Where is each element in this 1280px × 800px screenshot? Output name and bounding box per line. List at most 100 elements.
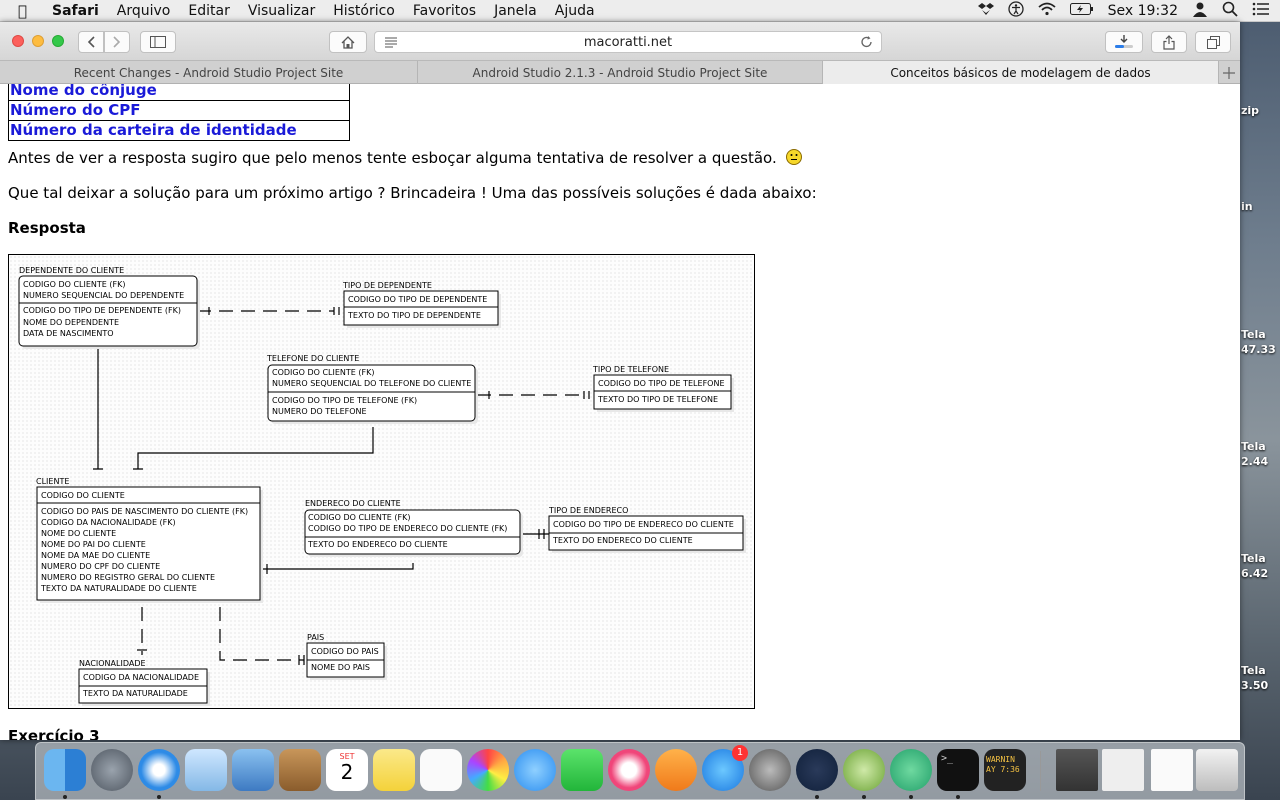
battery-icon[interactable] (1069, 3, 1094, 19)
mail-icon[interactable] (232, 749, 274, 791)
desktop-label[interactable]: 6.42 (1241, 567, 1280, 580)
menu-app-name[interactable]: Safari (52, 3, 99, 19)
entity-key: CODIGO DA NACIONALIDADE (83, 673, 199, 682)
terminal-icon[interactable]: >_ (937, 749, 979, 791)
apple-menu-icon[interactable]:  (18, 2, 38, 20)
spotlight-search-icon[interactable] (1222, 1, 1238, 21)
entity-nacionalidade: NACIONALIDADE CODIGO DA NACIONALIDADE TE… (78, 659, 210, 706)
notification-center-icon[interactable] (1252, 2, 1270, 20)
entity-key: CODIGO DO TIPO DE ENDERECO DO CLIENTE (F… (308, 524, 507, 533)
finder-icon[interactable] (44, 749, 86, 791)
screenshot-icon[interactable] (1102, 749, 1144, 791)
menu-ajuda[interactable]: Ajuda (555, 3, 595, 19)
launchpad-icon[interactable] (91, 749, 133, 791)
reload-icon[interactable] (860, 35, 873, 53)
dropbox-icon[interactable] (977, 2, 994, 20)
back-button[interactable] (78, 31, 104, 53)
reminders-icon[interactable] (420, 749, 462, 791)
entity-title: PAIS (307, 633, 324, 642)
entity-key: NUMERO SEQUENCIAL DO TELEFONE DO CLIENTE (272, 379, 471, 388)
preview-icon[interactable] (185, 749, 227, 791)
desktop-label[interactable]: 3.50 (1241, 679, 1280, 692)
atom-icon[interactable] (890, 749, 932, 791)
trash-icon[interactable] (1196, 749, 1238, 791)
system-preferences-icon[interactable] (749, 749, 791, 791)
menu-editar[interactable]: Editar (188, 3, 229, 19)
er-diagram-svg: DEPENDENTE DO CLIENTE CODIGO DO CLIENTE … (18, 266, 746, 706)
sidebar-button[interactable] (140, 31, 176, 53)
user-icon[interactable] (1192, 1, 1208, 21)
new-tab-button[interactable] (1219, 61, 1239, 84)
table-cell: Nome do cônjuge (8, 84, 350, 101)
tab-android-studio[interactable]: Android Studio 2.1.3 - Android Studio Pr… (418, 61, 823, 84)
screenshot-icon[interactable] (1151, 749, 1193, 791)
ibooks-icon[interactable] (655, 749, 697, 791)
heading-exercicio-3: Exercício 3 (8, 727, 100, 740)
entity-pais: PAIS CODIGO DO PAIS NOME DO PAIS (306, 633, 387, 680)
entity-key: CODIGO DO CLIENTE (FK) (272, 368, 374, 377)
android-studio-icon[interactable] (843, 749, 885, 791)
tab-bar: Recent Changes - Android Studio Project … (0, 61, 1240, 84)
desktop-label[interactable]: 2.44 (1241, 455, 1280, 468)
messages-icon[interactable] (514, 749, 556, 791)
itunes-icon[interactable] (608, 749, 650, 791)
desktop-label[interactable]: Tela (1241, 552, 1280, 565)
entity-attribute: NUMERO DO TELEFONE (272, 407, 367, 416)
entity-title: CLIENTE (36, 477, 69, 486)
entity-title: TIPO DE DEPENDENTE (342, 281, 432, 290)
contacts-icon[interactable] (279, 749, 321, 791)
safari-icon[interactable] (138, 749, 180, 791)
menu-arquivo[interactable]: Arquivo (117, 3, 171, 19)
entity-title: TELEFONE DO CLIENTE (266, 354, 359, 363)
paragraph-1: Antes de ver a resposta sugiro que pelo … (8, 149, 802, 167)
menu-favoritos[interactable]: Favoritos (413, 3, 476, 19)
minimize-window-button[interactable] (32, 35, 44, 47)
download-icon (1115, 35, 1133, 48)
home-button[interactable] (329, 31, 367, 53)
forward-button[interactable] (104, 31, 130, 53)
share-button[interactable] (1151, 31, 1187, 53)
tab-recent-changes[interactable]: Recent Changes - Android Studio Project … (0, 61, 418, 84)
close-window-button[interactable] (12, 35, 24, 47)
entity-title: NACIONALIDADE (79, 659, 146, 668)
entity-title: TIPO DE TELEFONE (592, 365, 669, 374)
entity-attribute: CODIGO DO TIPO DE DEPENDENTE (FK) (23, 306, 181, 315)
menu-visualizar[interactable]: Visualizar (248, 3, 315, 19)
appstore-icon[interactable]: 1 (702, 745, 748, 791)
accessibility-icon[interactable] (1008, 1, 1024, 21)
tab-modelagem-dados[interactable]: Conceitos básicos de modelagem de dados (823, 61, 1219, 84)
photos-icon[interactable] (467, 749, 509, 791)
wifi-icon[interactable] (1038, 2, 1056, 20)
entity-attribute: NUMERO DO REGISTRO GERAL DO CLIENTE (41, 573, 215, 582)
tab-overview-button[interactable] (1195, 31, 1231, 53)
entity-attribute: CODIGO DO TIPO DE TELEFONE (FK) (272, 396, 417, 405)
entity-tipo-dependente: TIPO DE DEPENDENTE CODIGO DO TIPO DE DEP… (342, 281, 501, 328)
entity-title: DEPENDENTE DO CLIENTE (19, 266, 124, 275)
desktop-label[interactable]: zip (1241, 104, 1280, 117)
console-icon[interactable]: WARNIN AY 7:36 (984, 749, 1026, 791)
desktop-label[interactable]: Tela (1241, 664, 1280, 677)
clock[interactable]: Sex 19:32 (1108, 3, 1178, 19)
sourcetree-icon[interactable] (796, 749, 838, 791)
entity-attribute: TEXTO DA NATURALIDADE DO CLIENTE (40, 584, 197, 593)
address-bar[interactable]: macoratti.net (374, 31, 882, 53)
reader-list-icon[interactable] (384, 36, 398, 52)
desktop-label[interactable]: Tela (1241, 328, 1280, 341)
tabs-icon (1206, 35, 1220, 49)
menu-historico[interactable]: Histórico (333, 3, 395, 19)
screenshot-icon[interactable] (1056, 749, 1098, 791)
chevron-right-icon (113, 36, 121, 48)
entity-attribute: NOME DA MAE DO CLIENTE (41, 551, 150, 560)
url-text[interactable]: macoratti.net (584, 35, 672, 50)
desktop-label[interactable]: Tela (1241, 440, 1280, 453)
facetime-icon[interactable] (561, 749, 603, 791)
zoom-window-button[interactable] (52, 35, 64, 47)
menu-janela[interactable]: Janela (494, 3, 537, 19)
notes-icon[interactable] (373, 749, 415, 791)
entity-attribute: NOME DO PAI DO CLIENTE (41, 540, 146, 549)
downloads-button[interactable] (1105, 31, 1143, 53)
sidebar-icon (150, 36, 166, 48)
desktop-label[interactable]: in (1241, 200, 1280, 213)
desktop-label[interactable]: 47.33 (1241, 343, 1280, 356)
calendar-icon[interactable]: SET 2 (326, 749, 368, 791)
